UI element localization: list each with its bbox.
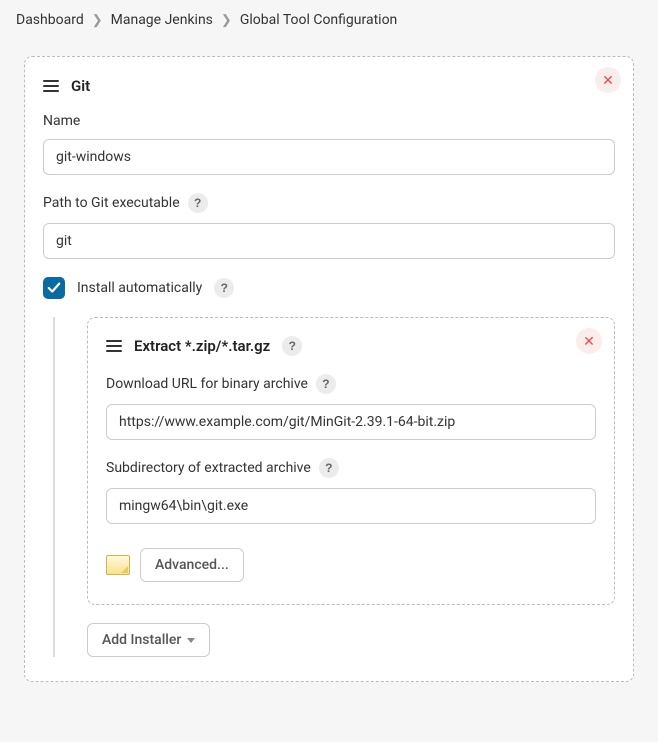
- install-auto-label: Install automatically: [77, 280, 202, 296]
- name-label: Name: [43, 113, 80, 129]
- add-installer-button[interactable]: Add Installer: [87, 623, 210, 657]
- help-icon[interactable]: ?: [319, 458, 339, 478]
- install-auto-checkbox[interactable]: [43, 277, 65, 299]
- drag-handle-icon[interactable]: [106, 340, 122, 352]
- subdir-input[interactable]: [106, 488, 596, 524]
- add-installer-label: Add Installer: [102, 632, 181, 648]
- close-button[interactable]: ✕: [576, 328, 602, 354]
- close-button[interactable]: ✕: [595, 67, 621, 93]
- note-icon: [106, 555, 130, 575]
- check-icon: [47, 281, 61, 295]
- breadcrumb-dashboard[interactable]: Dashboard: [16, 12, 84, 28]
- help-icon[interactable]: ?: [282, 336, 302, 356]
- git-tool-section: ✕ Git Name Path to Git executable ? I: [24, 56, 634, 682]
- subdir-label: Subdirectory of extracted archive: [106, 460, 311, 476]
- breadcrumb-global-tool-config[interactable]: Global Tool Configuration: [240, 12, 397, 28]
- path-label: Path to Git executable: [43, 195, 180, 211]
- section-title: Git: [71, 77, 90, 95]
- breadcrumb-manage-jenkins[interactable]: Manage Jenkins: [111, 12, 213, 28]
- name-input[interactable]: [43, 139, 615, 175]
- path-input[interactable]: [43, 223, 615, 259]
- chevron-right-icon: ❯: [221, 13, 232, 28]
- advanced-button[interactable]: Advanced...: [140, 548, 244, 582]
- chevron-right-icon: ❯: [92, 13, 103, 28]
- installer-section: ✕ Extract *.zip/*.tar.gz ? Download URL …: [87, 317, 615, 605]
- breadcrumb: Dashboard ❯ Manage Jenkins ❯ Global Tool…: [0, 0, 658, 40]
- chevron-down-icon: [187, 638, 195, 643]
- help-icon[interactable]: ?: [188, 193, 208, 213]
- installer-title: Extract *.zip/*.tar.gz: [134, 337, 270, 355]
- help-icon[interactable]: ?: [214, 278, 234, 298]
- help-icon[interactable]: ?: [316, 374, 336, 394]
- drag-handle-icon[interactable]: [43, 80, 59, 92]
- url-label: Download URL for binary archive: [106, 376, 308, 392]
- url-input[interactable]: [106, 404, 596, 440]
